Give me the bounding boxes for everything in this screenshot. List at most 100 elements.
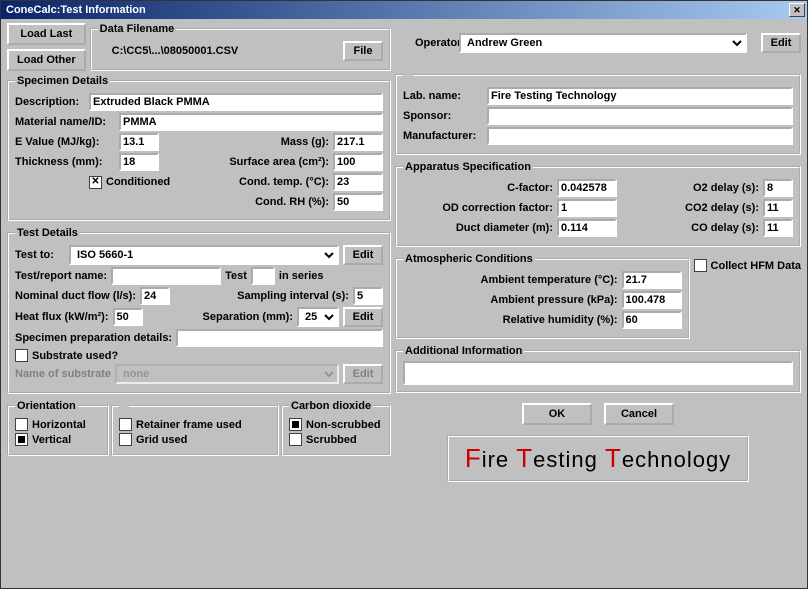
manufacturer-label: Manufacturer: [403,130,483,142]
grid-label: Grid used [136,434,187,446]
pressure-label: Ambient pressure (kPa): [403,294,618,306]
operator-label: Operator [395,37,455,49]
data-filename-path: C:\CC5\...\08050001.CSV [98,45,339,57]
load-last-button[interactable]: Load Last [7,23,86,45]
duct-input[interactable] [557,219,617,237]
vertical-label: Vertical [32,434,71,446]
test-label: Test [225,270,247,282]
material-label: Material name/ID: [15,116,115,128]
test-num-input[interactable] [251,267,275,285]
surface-area-input[interactable] [333,153,383,171]
surface-area-label: Surface area (cm²): [163,156,329,168]
load-other-button[interactable]: Load Other [7,49,86,71]
collect-hfm-label: Collect HFM Data [711,260,801,272]
co-delay-input[interactable] [763,219,793,237]
substrate-name-select: none [115,364,339,384]
material-input[interactable] [119,113,383,131]
atmospheric-group: Atmospheric Conditions Ambient temperatu… [395,253,690,339]
atmos-legend: Atmospheric Conditions [403,253,535,265]
edit-operator-button[interactable]: Edit [761,33,801,53]
ok-button[interactable]: OK [522,403,592,425]
lab-name-label: Lab. name: [403,90,483,102]
report-name-label: Test/report name: [15,270,107,282]
non-scrubbed-radio[interactable] [289,418,302,431]
retainer-label: Retainer frame used [136,419,242,431]
mass-label: Mass (g): [163,136,329,148]
cond-temp-label: Cond. temp. (°C): [180,176,329,188]
title-bar: ConeCalc:Test Information ✕ [1,1,807,19]
scrubbed-radio[interactable] [289,433,302,446]
edit-test-to-button[interactable]: Edit [343,245,383,265]
report-name-input[interactable] [111,267,221,285]
cfactor-input[interactable] [557,179,617,197]
test-details-group: Test Details Test to: ISO 5660-1 Edit Te… [7,227,391,394]
test-details-legend: Test Details [15,227,80,239]
evalue-label: E Value (MJ/kg): [15,136,115,148]
heat-flux-label: Heat flux (kW/m²): [15,311,109,323]
specimen-details-group: Specimen Details Description: Material n… [7,75,391,221]
data-filename-legend: Data Filename [98,23,177,35]
co2-legend: Carbon dioxide [289,400,373,412]
sampling-input[interactable] [353,287,383,305]
co-delay-label: CO delay (s): [621,222,759,234]
additional-input[interactable] [403,361,793,385]
od-label: OD correction factor: [403,202,553,214]
horizontal-radio[interactable] [15,418,28,431]
sponsor-input[interactable] [487,107,793,125]
pressure-input[interactable] [622,291,682,309]
cancel-button[interactable]: Cancel [604,403,674,425]
thickness-label: Thickness (mm): [15,156,115,168]
horizontal-label: Horizontal [32,419,86,431]
description-input[interactable] [89,93,383,111]
orientation-legend: Orientation [15,400,78,412]
non-scrubbed-label: Non-scrubbed [306,419,381,431]
scrubbed-label: Scrubbed [306,434,357,446]
manufacturer-input[interactable] [487,127,793,145]
operator-select[interactable]: Andrew Green [459,33,747,53]
close-icon[interactable]: ✕ [789,3,805,17]
vertical-radio[interactable] [15,433,28,446]
window-title: ConeCalc:Test Information [3,4,789,16]
temp-input[interactable] [622,271,682,289]
prep-label: Specimen preparation details: [15,332,172,344]
retainer-checkbox[interactable] [119,418,132,431]
mass-input[interactable] [333,133,383,151]
specimen-legend: Specimen Details [15,75,110,87]
co2-delay-input[interactable] [763,199,793,217]
description-label: Description: [15,96,85,108]
nominal-flow-input[interactable] [140,287,170,305]
cond-rh-input[interactable] [333,193,383,211]
humidity-input[interactable] [622,311,682,329]
thickness-input[interactable] [119,153,159,171]
heat-flux-input[interactable] [113,308,143,326]
in-series-label: in series [279,270,324,282]
lab-name-input[interactable] [487,87,793,105]
duct-label: Duct diameter (m): [403,222,553,234]
evalue-input[interactable] [119,133,159,151]
o2-delay-input[interactable] [763,179,793,197]
test-to-label: Test to: [15,249,65,261]
additional-legend: Additional Information [403,345,524,357]
substrate-used-checkbox[interactable] [15,349,28,362]
cond-temp-input[interactable] [333,173,383,191]
apparatus-legend: Apparatus Specification [403,161,533,173]
edit-separation-button[interactable]: Edit [343,307,383,327]
brand-logo: Fire Testing Technology [447,435,749,482]
separation-select[interactable]: 25 [297,307,339,327]
sponsor-label: Sponsor: [403,110,483,122]
cond-rh-label: Cond. RH (%): [15,196,329,208]
grid-checkbox[interactable] [119,433,132,446]
humidity-label: Relative humidity (%): [403,314,618,326]
od-input[interactable] [557,199,617,217]
file-button[interactable]: File [343,41,383,61]
test-to-select[interactable]: ISO 5660-1 [69,245,339,265]
conditioned-checkbox[interactable] [89,176,102,189]
edit-substrate-button: Edit [343,364,383,384]
prep-input[interactable] [176,329,383,347]
conditioned-label: Conditioned [106,176,176,188]
collect-hfm-checkbox[interactable] [694,259,707,272]
substrate-name-label: Name of substrate [15,368,111,380]
substrate-used-label: Substrate used? [32,350,118,362]
o2-delay-label: O2 delay (s): [621,182,759,194]
separation-label: Separation (mm): [147,311,294,323]
